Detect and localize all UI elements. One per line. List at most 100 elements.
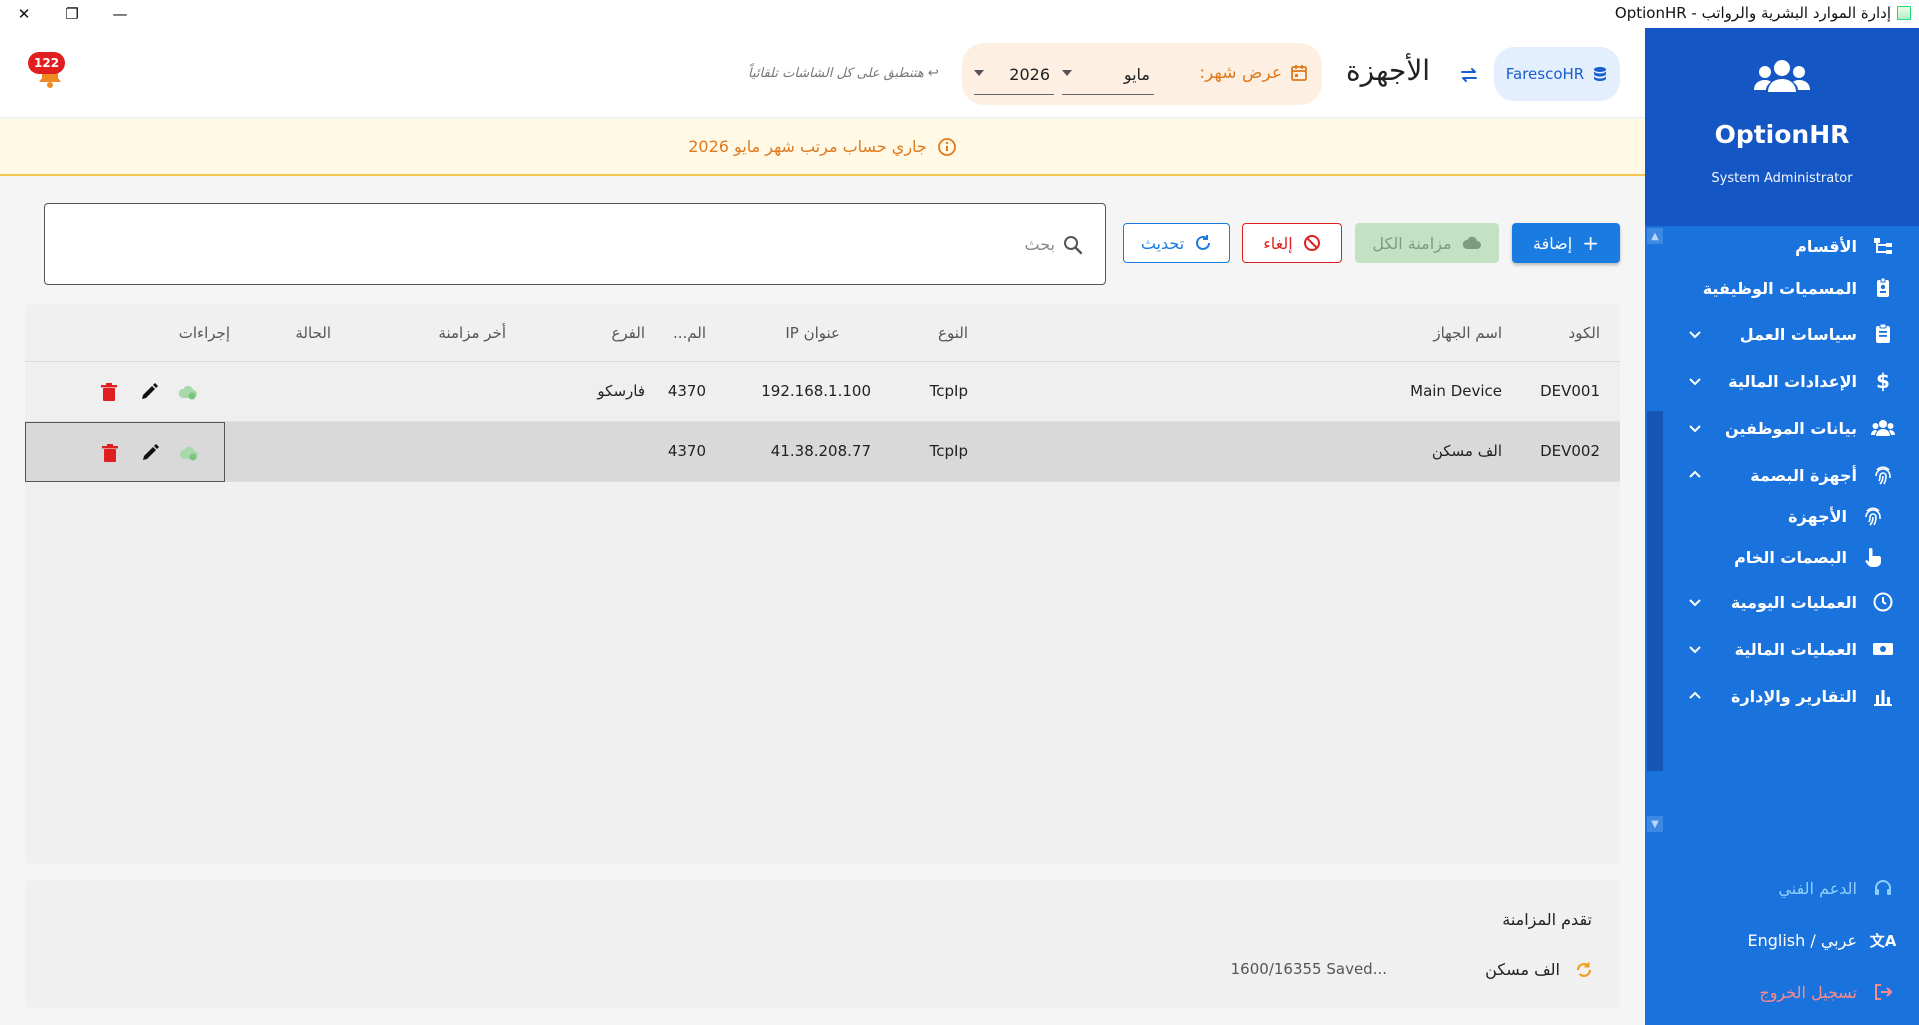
sidebar-item-label: المسميات الوظيفية [1702, 278, 1857, 298]
chevron-down-icon[interactable] [1685, 324, 1705, 344]
money-icon [1869, 635, 1897, 663]
col-ip[interactable]: عنوان IP [785, 324, 840, 342]
col-port[interactable]: الم... [673, 324, 706, 342]
chevron-up-icon[interactable] [1685, 686, 1705, 706]
info-icon [937, 137, 956, 156]
chevron-down-icon[interactable] [1685, 371, 1705, 391]
col-code[interactable]: الكود [1569, 324, 1600, 342]
chevron-down-icon[interactable] [1685, 592, 1705, 612]
scroll-up-icon[interactable]: ▲ [1647, 228, 1663, 244]
calendar-icon [1291, 65, 1307, 81]
col-last-sync[interactable]: أخر مزامنة [438, 324, 506, 342]
cancel-button[interactable]: إلغاء [1242, 223, 1342, 263]
sync-status-text: 1600/16355 Saved... [1230, 960, 1387, 978]
company-chip[interactable]: FarescoHR [1494, 47, 1620, 101]
cell-branch: فارسكو [597, 382, 645, 400]
logout-button[interactable]: تسجيل الخروج [1645, 972, 1919, 1012]
month-selector: 2026 مايو عرض شهر: [962, 43, 1322, 105]
dollar-icon: $ [1876, 369, 1890, 393]
company-name: FarescoHR [1505, 65, 1585, 83]
sidebar-menu: ▲ ▼ الأقسام المسميات الوظيفية سياسات الع… [1645, 226, 1919, 848]
window-title-text: OptionHR - إدارة الموارد البشرية والروات… [1614, 4, 1891, 22]
notifications-button[interactable]: 122 [28, 52, 66, 88]
touch-icon [1859, 543, 1887, 571]
restore-window-button[interactable]: ❐ [48, 0, 96, 28]
bar-chart-icon [1869, 682, 1897, 710]
swap-icon[interactable] [1458, 64, 1480, 86]
cell-name: Main Device [1410, 382, 1502, 400]
close-window-button[interactable]: ✕ [0, 0, 48, 28]
delete-icon[interactable] [99, 442, 121, 464]
main-content: 122 ↩ هتنطبق على كل الشاشات تلقائياً 202… [0, 28, 1645, 1025]
id-badge-icon [1869, 274, 1897, 302]
month-label-text: عرض شهر: [1199, 63, 1282, 83]
delete-icon[interactable] [98, 381, 120, 403]
sidebar-item-departments[interactable]: الأقسام [1665, 226, 1919, 266]
sidebar-scrollbar[interactable]: ▲ ▼ [1645, 226, 1665, 848]
sidebar-item-reports[interactable]: التقارير والإدارة [1665, 676, 1919, 716]
cell-type: TcpIp [929, 442, 968, 460]
scrollbar-thumb[interactable] [1647, 411, 1663, 771]
sidebar-item-devices[interactable]: الأجهزة [1665, 496, 1919, 536]
cell-port: 4370 [667, 442, 706, 460]
edit-icon[interactable] [139, 442, 161, 464]
edit-icon[interactable] [138, 381, 160, 403]
cloud-sync-icon[interactable] [177, 381, 199, 403]
sidebar-item-fingerprint-devices[interactable]: أجهزة البصمة [1665, 455, 1919, 495]
cell-type: TcpIp [929, 382, 968, 400]
col-type[interactable]: النوع [938, 324, 968, 342]
refresh-button[interactable]: تحديث [1123, 223, 1230, 263]
payroll-banner: جاري حساب مرتب شهر مايو 2026 [0, 119, 1645, 176]
col-branch[interactable]: الفرع [611, 324, 645, 342]
sidebar-item-daily-operations[interactable]: العمليات اليومية [1665, 582, 1919, 622]
chevron-down-icon [1062, 70, 1072, 76]
search-icon [1064, 236, 1083, 255]
sidebar-item-label: الأجهزة [1788, 506, 1847, 526]
cancel-label: إلغاء [1263, 233, 1293, 253]
table-row[interactable]: DEV001 Main Device TcpIp 192.168.1.100 4… [25, 362, 1620, 422]
sync-all-label: مزامنة الكل [1372, 233, 1452, 253]
sidebar-item-raw-punches[interactable]: البصمات الخام [1665, 537, 1919, 577]
table-header: الكود اسم الجهاز النوع عنوان IP الم... ا… [25, 304, 1620, 362]
sidebar-item-work-policies[interactable]: سياسات العمل [1665, 314, 1919, 354]
col-name[interactable]: اسم الجهاز [1433, 324, 1502, 342]
search-box [44, 203, 1106, 285]
logout-label: تسجيل الخروج [1759, 982, 1857, 1002]
year-select[interactable]: 2026 [974, 55, 1054, 95]
cloud-sync-icon [1462, 236, 1481, 249]
clock-icon [1869, 588, 1897, 616]
sidebar-item-label: سياسات العمل [1739, 324, 1857, 344]
sidebar-item-financial-settings[interactable]: $ الإعدادات المالية [1665, 361, 1919, 401]
month-select-value: مايو [1123, 65, 1150, 84]
cell-ip: 192.168.1.100 [761, 382, 871, 400]
sidebar-app-name: OptionHR [1714, 120, 1850, 149]
sidebar-item-financial-operations[interactable]: العمليات المالية [1665, 629, 1919, 669]
cell-name: الف مسكن [1431, 442, 1502, 460]
search-input[interactable] [489, 224, 1089, 264]
table-row[interactable]: DEV002 الف مسكن TcpIp 41.38.208.77 4370 [25, 422, 1620, 482]
language-toggle[interactable]: 文A عربي / English [1645, 920, 1919, 960]
add-button[interactable]: + إضافة [1512, 223, 1620, 263]
sidebar-item-label: التقارير والإدارة [1731, 686, 1857, 706]
notifications-badge: 122 [28, 52, 66, 74]
chevron-down-icon[interactable] [1685, 418, 1705, 438]
col-status[interactable]: الحالة [295, 324, 331, 342]
page-title: الأجهزة [1346, 54, 1431, 87]
chevron-down-icon[interactable] [1685, 639, 1705, 659]
sidebar: OptionHR System Administrator ▲ ▼ الأقسا… [1645, 28, 1919, 1025]
sidebar-item-job-titles[interactable]: المسميات الوظيفية [1665, 268, 1919, 308]
sidebar-item-employees[interactable]: بيانات الموظفين [1665, 408, 1919, 448]
chevron-up-icon[interactable] [1685, 465, 1705, 485]
sync-all-button[interactable]: مزامنة الكل [1355, 223, 1499, 263]
support-button[interactable]: الدعم الفني [1645, 868, 1919, 908]
sync-progress-title: تقدم المزامنة [1502, 910, 1592, 929]
scroll-down-icon[interactable]: ▼ [1647, 816, 1663, 832]
minimize-window-button[interactable]: — [96, 0, 144, 28]
month-select[interactable]: مايو [1062, 55, 1154, 95]
sidebar-item-label: البصمات الخام [1734, 547, 1847, 567]
sidebar-item-label: الأقسام [1795, 236, 1857, 256]
sidebar-header: OptionHR System Administrator [1645, 28, 1919, 226]
cloud-sync-icon[interactable] [178, 442, 200, 464]
window-title: OptionHR - إدارة الموارد البشرية والروات… [1615, 4, 1911, 22]
fingerprint-icon [1869, 461, 1897, 489]
